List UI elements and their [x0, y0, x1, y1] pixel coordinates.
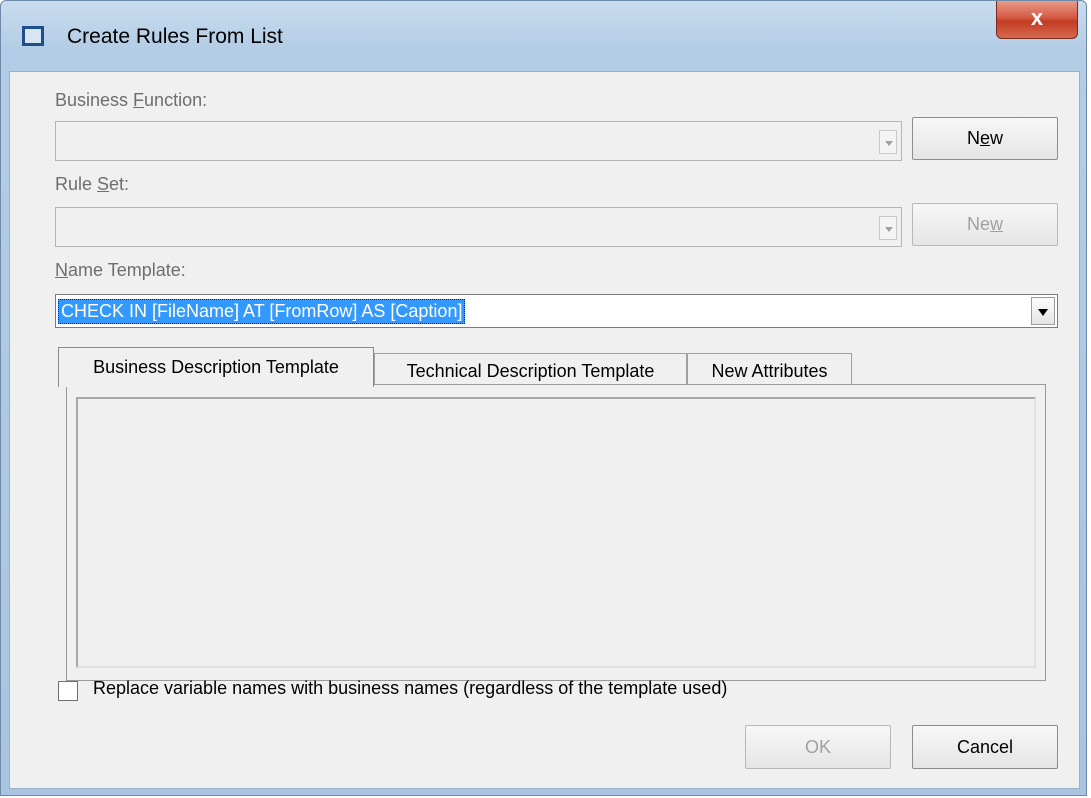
business-function-label-text: Business — [55, 90, 134, 110]
name-template-label-text: ame Template: — [68, 260, 186, 280]
title-bar[interactable]: Create Rules From List x — [1, 1, 1086, 73]
tab-business-description-template[interactable]: Business Description Template — [58, 347, 374, 387]
dialog-window: Create Rules From List x Business Functi… — [0, 0, 1087, 796]
business-description-text-area[interactable] — [76, 397, 1036, 668]
bf-new-accel: e — [979, 128, 990, 148]
cancel-button[interactable]: Cancel — [912, 725, 1058, 769]
tab-technical-description-template[interactable]: Technical Description Template — [374, 353, 687, 387]
rs-new-accel: w — [990, 214, 1003, 234]
tab-panel — [66, 384, 1046, 681]
close-button[interactable]: x — [996, 1, 1078, 39]
window-icon — [22, 26, 44, 46]
business-function-dropdown-arrow-icon[interactable] — [879, 130, 897, 154]
rule-set-label-text: Rule — [55, 174, 98, 194]
dialog-client-area: Business Function: New Rule Set: New Nam… — [9, 71, 1080, 789]
name-template-label-accel: N — [55, 260, 68, 280]
rule-set-dropdown-arrow-icon[interactable] — [879, 216, 897, 240]
ok-button[interactable]: OK — [745, 725, 891, 769]
rule-set-label-accel: S — [97, 174, 110, 194]
tab-new-attributes[interactable]: New Attributes — [687, 353, 852, 387]
replace-variable-names-checkbox[interactable] — [58, 681, 78, 701]
business-function-label-accel: F — [133, 90, 145, 110]
name-template-value[interactable]: CHECK IN [FileName] AT [FromRow] AS [Cap… — [58, 299, 466, 324]
rule-set-new-button[interactable]: New — [912, 203, 1058, 246]
name-template-label: Name Template: — [55, 260, 186, 281]
business-function-label: Business Function: — [55, 90, 207, 111]
rule-set-label: Rule Set: — [55, 174, 129, 195]
business-function-combo[interactable] — [55, 121, 902, 161]
business-function-label-text-end: unction: — [144, 90, 208, 110]
name-template-combo[interactable]: CHECK IN [FileName] AT [FromRow] AS [Cap… — [55, 294, 1058, 328]
rule-set-combo[interactable] — [55, 207, 902, 247]
bf-new-text: N — [966, 128, 980, 148]
bf-new-text-end: w — [990, 128, 1003, 148]
name-template-dropdown-arrow-icon[interactable] — [1031, 297, 1055, 325]
rs-new-text: Ne — [966, 214, 990, 234]
window-title: Create Rules From List — [67, 25, 283, 48]
business-function-new-button[interactable]: New — [912, 117, 1058, 160]
replace-variable-names-label[interactable]: Replace variable names with business nam… — [93, 678, 727, 699]
rule-set-label-text-end: et: — [109, 174, 130, 194]
